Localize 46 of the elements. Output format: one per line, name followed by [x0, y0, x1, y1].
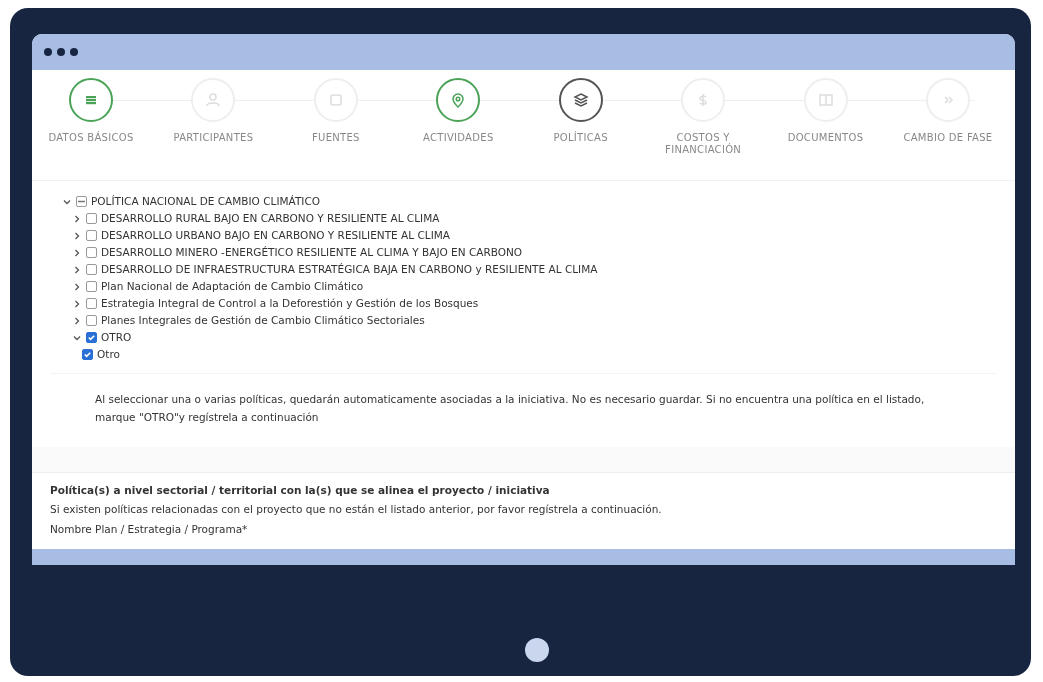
chevron-right-icon[interactable] [72, 298, 82, 309]
step-label[interactable]: DOCUMENTOS [787, 132, 864, 144]
section-title: Política(s) a nivel sectorial / territorial con la(s) que se alinea el proyecto / iniciativa [50, 482, 551, 498]
step-indicator[interactable] [558, 78, 603, 122]
chevron-right-icon[interactable] [72, 247, 82, 258]
tree-item-label[interactable]: DESARROLLO URBANO BAJO EN CARBONO Y RESILIENTE AL CLIMA [101, 227, 450, 244]
tree-item-label[interactable]: DESARROLLO RURAL BAJO EN CARBONO Y RESILIENTE AL CLIMA [101, 210, 440, 227]
window-dot [70, 48, 78, 56]
tree-item-label[interactable]: Planes Integrales de Gestión de Cambio Climático Sectoriales [101, 312, 425, 329]
checkbox[interactable] [86, 230, 97, 241]
info-note: Al seleccionar una o varias políticas, quedarán automaticamente asociadas a la iniciativa. No es necesario guardar. Si no encuentra una política en el listado, marque "OTRO"y regístrela a continuación [50, 373, 997, 447]
tree-item-label[interactable]: DESARROLLO MINERO -ENERGÉTICO RESILIENTE AL CLIMA Y BAJO EN CARBONO [101, 244, 523, 261]
checkbox[interactable] [86, 213, 97, 224]
checkbox[interactable] [86, 264, 97, 275]
tree-item-label[interactable]: Otro [97, 346, 120, 363]
chevron-right-icon[interactable] [72, 315, 82, 326]
checkbox[interactable] [76, 196, 87, 207]
checkbox[interactable] [86, 332, 97, 343]
tree-item-label[interactable]: Plan Nacional de Adaptación de Cambio Climático [101, 278, 364, 295]
step-label[interactable]: CAMBIO DE FASE [903, 132, 993, 144]
step-label[interactable]: ACTIVIDADES [423, 132, 494, 144]
chevron-right-icon[interactable] [72, 264, 82, 275]
tree-item-label[interactable]: POLÍTICA NACIONAL DE CAMBIO CLIMÁTICO [91, 193, 321, 210]
step-indicator[interactable] [69, 78, 113, 122]
window-dot [44, 48, 52, 56]
window-dot [57, 48, 65, 56]
step-label[interactable]: DATOS BÁSICOS [48, 132, 134, 144]
field-label: Nombre Plan / Estrategia / Programa* [50, 521, 249, 537]
checkbox[interactable] [82, 349, 93, 360]
step-label[interactable]: FUENTES [311, 132, 360, 144]
step-label[interactable]: POLÍTICAS [553, 132, 608, 144]
tree-item-label[interactable]: DESARROLLO DE INFRAESTRUCTURA ESTRATÉGICA BAJA EN CARBONO y RESILIENTE AL CLIMA [101, 261, 598, 278]
checkbox[interactable] [86, 315, 97, 326]
checkbox[interactable] [86, 247, 97, 258]
checkbox[interactable] [86, 298, 97, 309]
tree-item-label[interactable]: Estrategia Integral de Control a la Deforestión y Gestión de los Bosques [101, 295, 479, 312]
checkbox[interactable] [86, 281, 97, 292]
step-label[interactable]: PARTICIPANTES [173, 132, 254, 144]
chevron-right-icon[interactable] [72, 281, 82, 292]
step-indicator[interactable] [436, 78, 481, 122]
step-label[interactable]: COSTOS Y FINANCIACIÓN [644, 132, 763, 155]
chevron-right-icon[interactable] [72, 230, 82, 241]
chevron-right-icon[interactable] [72, 213, 82, 224]
minus-icon [78, 200, 85, 203]
tree-item-label[interactable]: OTRO [101, 329, 132, 346]
section-description: Si existen políticas relacionadas con el proyecto que no están el listado anterior, por favor regístrela a continuación. [50, 502, 663, 518]
